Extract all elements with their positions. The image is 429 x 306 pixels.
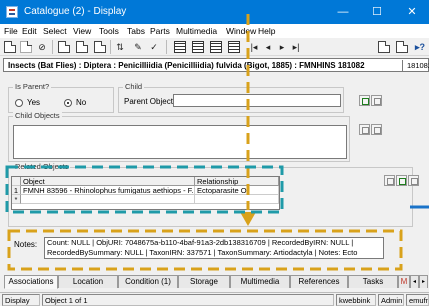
teal-highlight-box — [5, 165, 284, 214]
gold-arrow-head — [240, 212, 256, 226]
annotation-overlay — [5, 14, 429, 271]
gold-highlight-box — [7, 229, 403, 271]
catalogue-window: Catalogue (2) - Display — ☐ ✕ File Edit … — [0, 0, 429, 306]
